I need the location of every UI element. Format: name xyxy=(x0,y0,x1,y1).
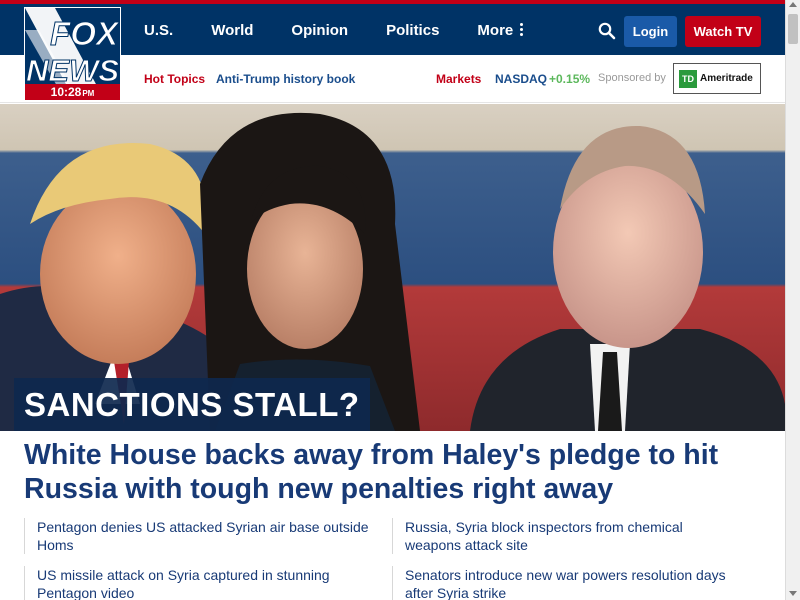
login-button[interactable]: Login xyxy=(624,16,677,47)
related-story-link[interactable]: Russia, Syria block inspectors from chem… xyxy=(392,518,742,554)
watch-tv-button[interactable]: Watch TV xyxy=(685,16,761,47)
vertical-scrollbar[interactable] xyxy=(785,0,800,600)
scroll-up-arrow-icon[interactable] xyxy=(789,2,797,7)
nav-item-label: Opinion xyxy=(291,22,349,39)
related-story-link[interactable]: Pentagon denies US attacked Syrian air b… xyxy=(24,518,374,554)
clock-time: 10:28 xyxy=(50,85,82,99)
nav-item-label: More xyxy=(477,22,514,39)
nasdaq-change: +0.15% xyxy=(549,72,591,86)
clock-ampm: PM xyxy=(82,89,95,98)
td-icon: TD xyxy=(679,69,697,88)
main-nav: U.S. World Opinion Politics More xyxy=(144,22,561,39)
sponsor-logo[interactable]: TD Ameritrade xyxy=(673,63,761,94)
more-dots-icon xyxy=(520,23,524,38)
sponsor-name: Ameritrade xyxy=(700,73,753,84)
sponsored-label: Sponsored by xyxy=(598,72,666,84)
related-story-link[interactable]: Senators introduce new war powers resolu… xyxy=(392,566,742,600)
nav-item-label: U.S. xyxy=(144,22,174,39)
hero-kicker[interactable]: SANCTIONS STALL? xyxy=(14,378,370,431)
logo-text-news: NEWS xyxy=(26,53,119,86)
markets-label[interactable]: Markets xyxy=(436,72,481,86)
scroll-down-arrow-icon[interactable] xyxy=(789,591,797,596)
nav-item-opinion[interactable]: Opinion xyxy=(291,22,348,39)
nav-item-label: World xyxy=(211,22,254,39)
logo-clock: 10:28PM xyxy=(25,84,120,100)
search-icon[interactable] xyxy=(598,22,616,40)
main-headline[interactable]: White House backs away from Haley's pled… xyxy=(24,438,764,506)
fox-news-logo[interactable]: FOX NEWS 10:28PM xyxy=(24,7,121,101)
hot-topics-label: Hot Topics xyxy=(144,72,206,86)
hot-topic-link[interactable]: Anti-Trump history book xyxy=(216,72,355,86)
nasdaq-label[interactable]: NASDAQ xyxy=(495,72,547,86)
hero-image[interactable]: SANCTIONS STALL? xyxy=(0,104,785,431)
nav-item-politics[interactable]: Politics xyxy=(386,22,439,39)
scrollbar-thumb[interactable] xyxy=(788,14,798,44)
nav-item-world[interactable]: World xyxy=(211,22,253,39)
related-story-link[interactable]: US missile attack on Syria captured in s… xyxy=(24,566,374,600)
nav-item-label: Politics xyxy=(386,22,440,39)
logo-text-fox: FOX xyxy=(50,15,120,52)
nav-item-more[interactable]: More xyxy=(477,22,524,39)
fox-news-logo-mark: FOX NEWS xyxy=(25,8,120,86)
nav-item-us[interactable]: U.S. xyxy=(144,22,173,39)
